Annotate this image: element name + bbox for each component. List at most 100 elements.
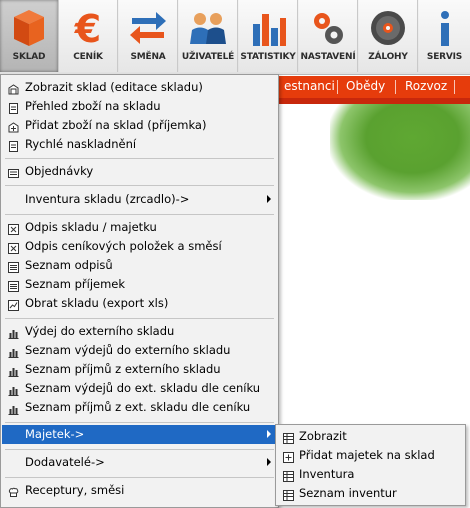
main-toolbar: SKLAD € CENÍK SMĚNA UŽIVATELÉ STATISTIKY… — [0, 0, 470, 75]
toolbar-label: ZÁLOHY — [368, 52, 408, 62]
submenu-arrow-icon — [267, 458, 271, 466]
list-icon — [8, 260, 19, 273]
submenu-item-label: Přidat majetek na sklad — [299, 448, 435, 462]
menu-item-seznam-vydeju[interactable]: Seznam výdejů do externího skladu — [2, 341, 277, 360]
menu-item-label: Receptury, směsi — [25, 483, 125, 497]
menu-item-seznam-prijmu[interactable]: Seznam příjmů z externího skladu — [2, 360, 277, 379]
menu-item-label: Seznam příjemek — [25, 277, 126, 291]
toolbar-button-zalohy[interactable]: ZÁLOHY — [359, 0, 418, 72]
menu-item-obrat-skladu[interactable]: Obrat skladu (export xls) — [2, 294, 277, 313]
menu-item-majetek[interactable]: Majetek-> — [2, 425, 277, 444]
menu-item-dodavatele[interactable]: Dodavatelé-> — [2, 453, 277, 472]
chart-icon — [8, 298, 19, 311]
toolbar-button-smena[interactable]: SMĚNA — [119, 0, 178, 72]
bar-chart-icon — [239, 8, 297, 48]
table-icon — [283, 469, 294, 482]
info-icon — [419, 8, 470, 48]
bars-icon — [8, 364, 19, 377]
toolbar-label: STATISTIKY — [240, 52, 296, 62]
menu-item-seznam-prijmu-cenik[interactable]: Seznam příjmů z ext. skladu dle ceníku — [2, 398, 277, 417]
chef-hat-icon — [8, 485, 19, 497]
menu-item-label: Obrat skladu (export xls) — [25, 296, 169, 310]
menu-separator — [5, 318, 274, 319]
menu-item-label: Objednávky — [25, 164, 94, 178]
submenu-item-pridat-majetek[interactable]: Přidat majetek na sklad — [277, 446, 464, 465]
menu-item-zobrazit-sklad[interactable]: Zobrazit sklad (editace skladu) — [2, 78, 277, 97]
menu-item-prehled-zbozi[interactable]: Přehled zboží na skladu — [2, 97, 277, 116]
toolbar-label: CENÍK — [73, 52, 103, 62]
nav-item-obedy[interactable]: Obědy — [346, 79, 385, 93]
sklad-dropdown-menu: Zobrazit sklad (editace skladu) Přehled … — [0, 74, 279, 508]
submenu-item-seznam-inventur[interactable]: Seznam inventur — [277, 484, 464, 503]
toolbar-button-statistiky[interactable]: STATISTIKY — [239, 0, 298, 72]
submenu-item-label: Zobrazit — [299, 429, 347, 443]
warehouse-small-icon — [8, 82, 19, 95]
menu-item-label: Odpis skladu / majetku — [25, 220, 157, 234]
submenu-item-label: Inventura — [299, 467, 355, 481]
menu-separator — [5, 185, 274, 186]
document-icon — [8, 101, 19, 114]
menu-item-inventura-skladu[interactable]: Inventura skladu (zrcadlo)-> — [2, 190, 277, 209]
users-icon — [179, 8, 237, 48]
svg-text:€: € — [74, 8, 101, 48]
menu-item-objednavky[interactable]: Objednávky — [2, 162, 277, 181]
bars-icon — [8, 345, 19, 358]
toolbar-label: SMĚNA — [130, 52, 166, 62]
orders-icon — [8, 166, 19, 178]
nav-separator — [337, 80, 338, 94]
toolbar-button-sklad[interactable]: SKLAD — [0, 0, 59, 72]
menu-item-rychle-naskladneni[interactable]: Rychlé naskladnění — [2, 135, 277, 154]
menu-separator — [5, 449, 274, 450]
submenu-arrow-icon — [267, 195, 271, 203]
menu-item-vydej-externi[interactable]: Výdej do externího skladu — [2, 322, 277, 341]
bars-icon — [8, 326, 19, 339]
toolbar-label: UŽIVATELÉ — [181, 52, 235, 62]
submenu-item-zobrazit[interactable]: Zobrazit — [277, 427, 464, 446]
toolbar-label: NASTAVENÍ — [300, 52, 356, 62]
menu-item-pridat-zbozi[interactable]: Přidat zboží na sklad (příjemka) — [2, 116, 277, 135]
toolbar-button-nastaveni[interactable]: NASTAVENÍ — [299, 0, 358, 72]
menu-item-label: Dodavatelé-> — [25, 455, 105, 469]
menu-item-odpis-cenikovych[interactable]: Odpis ceníkových položek a směsí — [2, 237, 277, 256]
menu-separator — [5, 477, 274, 478]
nav-item-restaurace[interactable]: estnanci — [284, 79, 335, 93]
menu-item-label: Rychlé naskladnění — [25, 137, 137, 151]
menu-item-seznam-odpisu[interactable]: Seznam odpisů — [2, 256, 277, 275]
add-stock-icon — [8, 120, 19, 133]
menu-item-label: Seznam výdejů do ext. skladu dle ceníku — [25, 381, 261, 395]
menu-separator — [5, 422, 274, 423]
nav-separator — [454, 80, 455, 94]
menu-item-seznam-vydeju-cenik[interactable]: Seznam výdejů do ext. skladu dle ceníku — [2, 379, 277, 398]
menu-item-receptury[interactable]: Receptury, směsi — [2, 481, 277, 500]
menu-item-label: Přehled zboží na skladu — [25, 99, 161, 113]
submenu-item-label: Seznam inventur — [299, 486, 397, 500]
leaf-decoration — [330, 104, 470, 200]
writeoff-icon — [8, 222, 19, 235]
menu-item-label: Majetek-> — [25, 427, 85, 441]
add-icon — [283, 450, 294, 463]
menu-item-label: Odpis ceníkových položek a směsí — [25, 239, 222, 253]
menu-item-label: Seznam příjmů z externího skladu — [25, 362, 221, 376]
bars-icon — [8, 383, 19, 396]
menu-item-seznam-prijemek[interactable]: Seznam příjemek — [2, 275, 277, 294]
menu-item-label: Přidat zboží na sklad (příjemka) — [25, 118, 207, 132]
menu-item-label: Zobrazit sklad (editace skladu) — [25, 80, 203, 94]
nav-item-rozvoz[interactable]: Rozvoz — [405, 79, 447, 93]
menu-item-odpis-skladu[interactable]: Odpis skladu / majetku — [2, 218, 277, 237]
submenu-item-inventura[interactable]: Inventura — [277, 465, 464, 484]
menu-separator — [5, 158, 274, 159]
writeoff-icon — [8, 241, 19, 254]
bars-icon — [8, 402, 19, 415]
menu-item-label: Seznam výdejů do externího skladu — [25, 343, 231, 357]
menu-item-label: Inventura skladu (zrcadlo)-> — [25, 192, 190, 206]
toolbar-button-uzivatele[interactable]: UŽIVATELÉ — [179, 0, 238, 72]
disc-icon — [359, 8, 417, 48]
toolbar-button-servis[interactable]: SERVIS — [419, 0, 470, 72]
euro-icon: € — [59, 8, 117, 48]
table-icon — [283, 488, 294, 501]
exchange-arrows-icon — [119, 8, 177, 48]
gear-icon — [299, 8, 357, 48]
table-icon — [283, 431, 294, 444]
toolbar-button-cenik[interactable]: € CENÍK — [59, 0, 118, 72]
toolbar-label: SERVIS — [426, 52, 463, 62]
